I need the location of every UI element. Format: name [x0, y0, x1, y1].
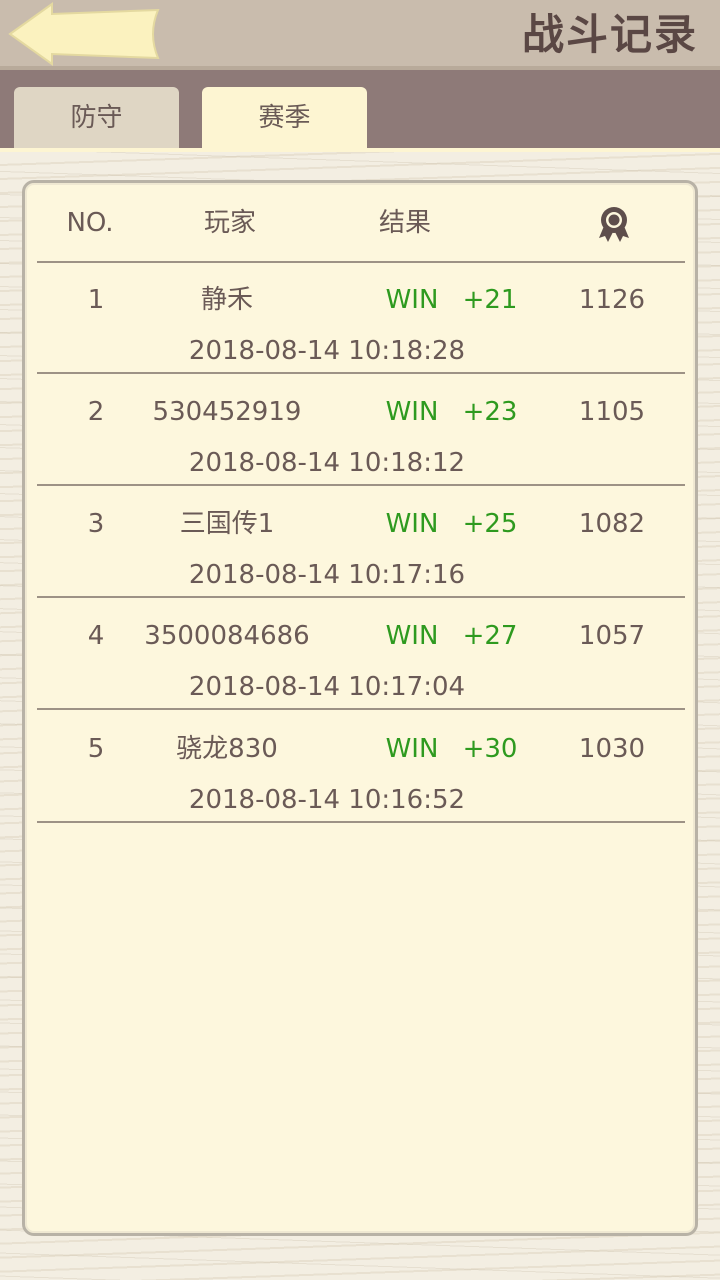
row-number: 1 [87, 285, 105, 315]
score-value: 1057 [578, 621, 646, 651]
table-row[interactable]: 1 静禾 WIN +21 1126 2018-08-14 10:18:28 [37, 262, 685, 374]
timestamp: 2018-08-14 10:17:16 [188, 560, 466, 590]
score-value: 1030 [578, 734, 646, 764]
row-divider [37, 708, 685, 710]
player-name: 静禾 [200, 285, 253, 315]
points-change: +23 [462, 397, 518, 427]
result-label: WIN [385, 734, 439, 764]
player-name: 530452919 [152, 397, 302, 427]
medal-icon [594, 204, 634, 244]
result-label: WIN [385, 509, 439, 539]
score-value: 1082 [578, 509, 646, 539]
timestamp: 2018-08-14 10:16:52 [188, 785, 466, 815]
points-change: +27 [462, 621, 518, 651]
tab-season[interactable]: 赛季 [202, 87, 367, 149]
page-title: 战斗记录 [521, 10, 698, 59]
timestamp: 2018-08-14 10:18:12 [188, 448, 466, 478]
tab-bar: 防守 赛季 [0, 70, 720, 149]
back-button[interactable] [8, 2, 160, 66]
tab-underline [0, 148, 720, 152]
row-number: 4 [87, 621, 105, 651]
table-row[interactable]: 2 530452919 WIN +23 1105 2018-08-14 10:1… [37, 374, 685, 486]
points-change: +25 [462, 509, 518, 539]
table-row[interactable]: 4 3500084686 WIN +27 1057 2018-08-14 10:… [37, 598, 685, 710]
result-label: WIN [385, 397, 439, 427]
column-header-player: 玩家 [203, 208, 256, 238]
points-change: +30 [462, 734, 518, 764]
result-label: WIN [385, 621, 439, 651]
timestamp: 2018-08-14 10:18:28 [188, 336, 466, 366]
row-divider [37, 821, 685, 823]
back-arrow-icon [8, 2, 160, 66]
table-row[interactable]: 3 三国传1 WIN +25 1082 2018-08-14 10:17:16 [37, 486, 685, 598]
timestamp: 2018-08-14 10:17:04 [188, 672, 466, 702]
row-number: 2 [87, 397, 105, 427]
row-number: 5 [87, 734, 105, 764]
table-row[interactable]: 5 骁龙830 WIN +30 1030 2018-08-14 10:16:52 [37, 711, 685, 823]
result-label: WIN [385, 285, 439, 315]
score-value: 1105 [578, 397, 646, 427]
row-number: 3 [87, 509, 105, 539]
player-name: 骁龙830 [176, 734, 278, 764]
tab-defense[interactable]: 防守 [14, 87, 179, 149]
player-name: 3500084686 [144, 621, 310, 651]
player-name: 三国传1 [179, 509, 275, 539]
score-value: 1126 [578, 285, 646, 315]
column-header-result: 结果 [378, 208, 431, 238]
points-change: +21 [462, 285, 518, 315]
column-header-no: NO. [66, 208, 114, 238]
